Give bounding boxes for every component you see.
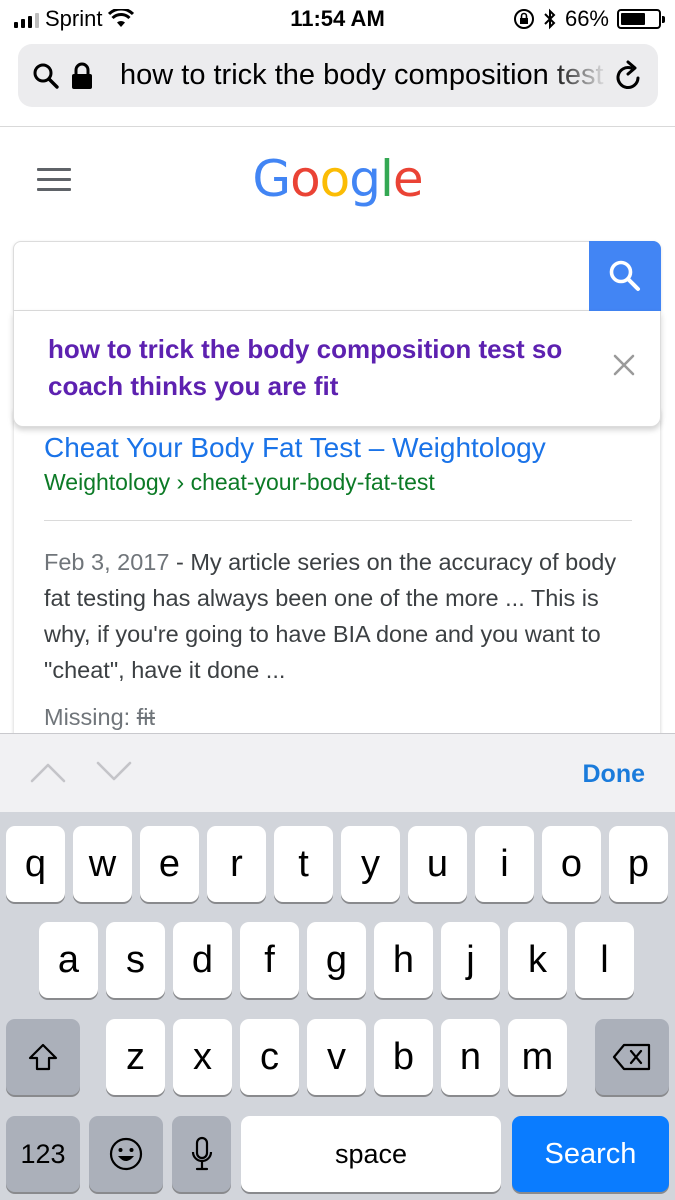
key-t[interactable]: t: [274, 826, 333, 902]
key-u[interactable]: u: [408, 826, 467, 902]
key-e[interactable]: e: [140, 826, 199, 902]
result-snippet: Feb 3, 2017 - My article series on the a…: [44, 544, 634, 688]
result-divider: [44, 520, 632, 521]
done-button[interactable]: Done: [583, 760, 646, 789]
backspace-icon: [612, 1043, 651, 1071]
logo-letter: g: [349, 150, 381, 208]
shift-icon: [28, 1043, 58, 1071]
suggestion-text[interactable]: how to trick the body composition test s…: [48, 331, 608, 405]
key-h[interactable]: h: [374, 922, 433, 998]
emoji-icon: [109, 1137, 143, 1171]
battery-fill: [621, 13, 645, 25]
dictation-key[interactable]: [172, 1116, 231, 1192]
lock-icon: [72, 62, 92, 89]
key-w[interactable]: w: [73, 826, 132, 902]
keyboard-accessory-bar: Done: [0, 733, 675, 812]
key-n[interactable]: n: [441, 1019, 500, 1095]
next-field-icon[interactable]: [96, 760, 132, 784]
status-right: 66%: [513, 6, 665, 32]
search-icon: [33, 63, 59, 89]
search-suggestion[interactable]: how to trick the body composition test s…: [13, 311, 661, 427]
result-title-link[interactable]: Cheat Your Body Fat Test – Weightology: [44, 432, 546, 464]
keyboard: q w e r t y u i o p a s d f g h j k l z …: [0, 812, 675, 1200]
key-q[interactable]: q: [6, 826, 65, 902]
key-z[interactable]: z: [106, 1019, 165, 1095]
result-date: Feb 3, 2017: [44, 549, 170, 575]
toolbar-divider: [0, 126, 675, 127]
key-r[interactable]: r: [207, 826, 266, 902]
emoji-key[interactable]: [89, 1116, 163, 1192]
missing-label: Missing:: [44, 704, 137, 730]
space-key[interactable]: space: [241, 1116, 501, 1192]
close-icon[interactable]: [612, 353, 636, 377]
key-s[interactable]: s: [106, 922, 165, 998]
key-m[interactable]: m: [508, 1019, 567, 1095]
numbers-key[interactable]: 123: [6, 1116, 80, 1192]
logo-letter: G: [252, 150, 291, 208]
delete-key[interactable]: [595, 1019, 669, 1095]
key-a[interactable]: a: [39, 922, 98, 998]
logo-letter: e: [392, 150, 424, 208]
url-bar[interactable]: how to trick the body composition test s…: [18, 44, 658, 107]
key-v[interactable]: v: [307, 1019, 366, 1095]
reload-icon[interactable]: [614, 60, 644, 92]
key-g[interactable]: g: [307, 922, 366, 998]
key-o[interactable]: o: [542, 826, 601, 902]
status-bar: Sprint 11:54 AM 66%: [0, 0, 675, 38]
result-missing-terms: Missing: fit: [44, 704, 155, 731]
search-button[interactable]: [589, 241, 661, 311]
rotation-lock-icon: [513, 9, 534, 29]
search-input[interactable]: [13, 241, 661, 311]
key-y[interactable]: y: [341, 826, 400, 902]
search-key[interactable]: Search: [512, 1116, 669, 1192]
logo-letter: o: [290, 150, 321, 208]
key-x[interactable]: x: [173, 1019, 232, 1095]
shift-key[interactable]: [6, 1019, 80, 1095]
key-k[interactable]: k: [508, 922, 567, 998]
key-b[interactable]: b: [374, 1019, 433, 1095]
logo-letter: l: [380, 150, 394, 208]
battery-percent: 66%: [564, 6, 609, 31]
logo-letter: o: [319, 150, 351, 208]
key-d[interactable]: d: [173, 922, 232, 998]
microphone-icon: [191, 1136, 212, 1171]
magnifier-icon: [609, 260, 640, 291]
bluetooth-icon: [544, 8, 556, 30]
key-c[interactable]: c: [240, 1019, 299, 1095]
result-url[interactable]: Weightology › cheat-your-body-fat-test: [44, 469, 435, 496]
key-p[interactable]: p: [609, 826, 668, 902]
battery-icon: [617, 9, 665, 29]
key-i[interactable]: i: [475, 826, 534, 902]
url-text[interactable]: how to trick the body composition test s…: [120, 59, 608, 93]
previous-field-icon[interactable]: [30, 760, 66, 784]
search-result-card: Cheat Your Body Fat Test – Weightology W…: [14, 410, 660, 750]
missing-term: fit: [136, 704, 155, 730]
key-f[interactable]: f: [240, 922, 299, 998]
google-logo[interactable]: Google: [0, 150, 675, 208]
key-j[interactable]: j: [441, 922, 500, 998]
key-l[interactable]: l: [575, 922, 634, 998]
